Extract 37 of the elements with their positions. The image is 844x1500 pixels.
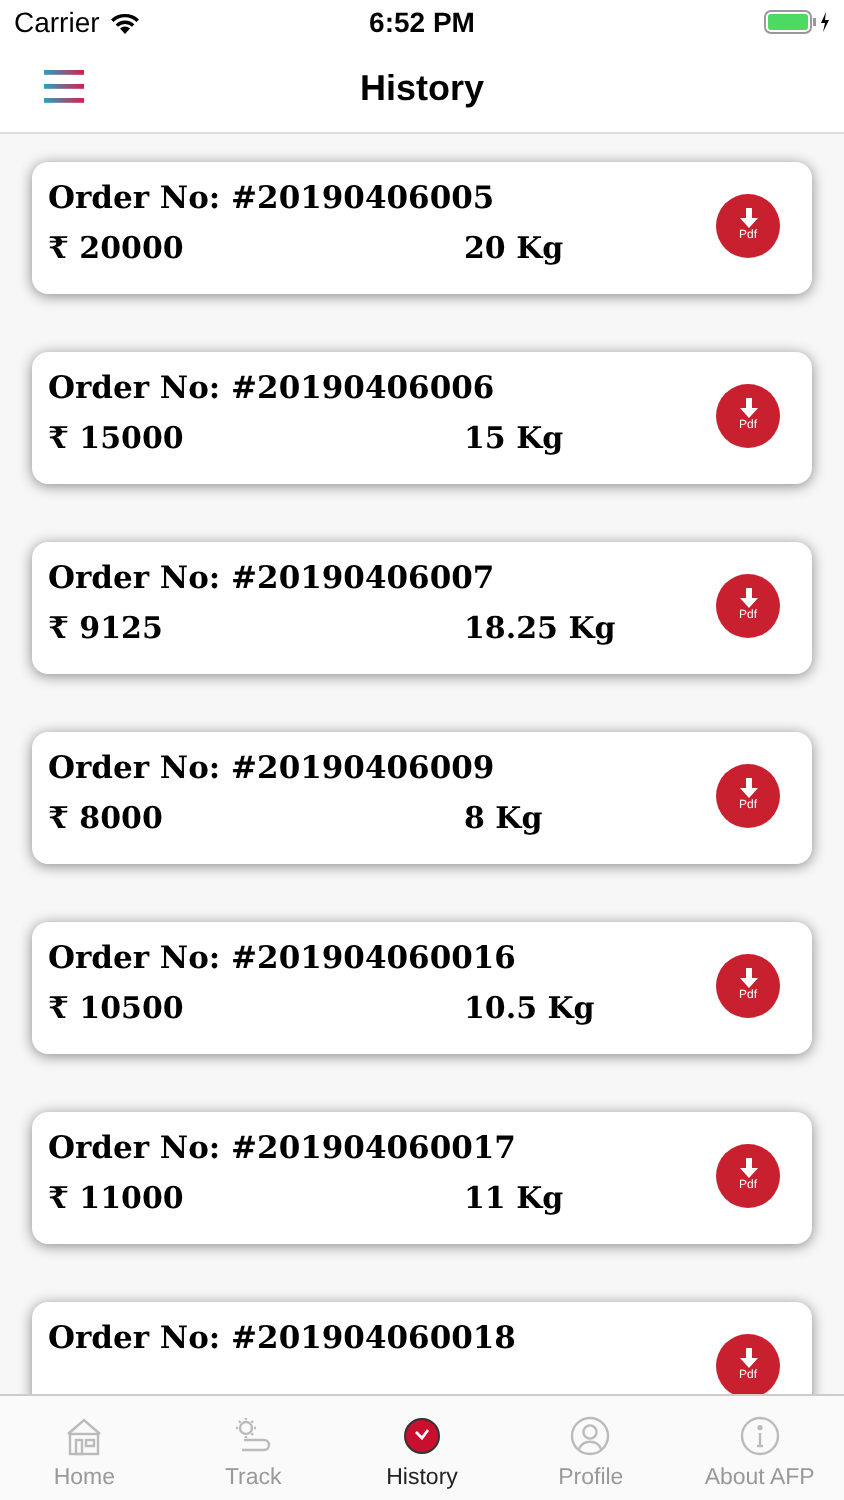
person-circle-icon [570, 1415, 611, 1455]
order-weight: 10.5 Kg [464, 990, 595, 1026]
status-time: 6:52 PM [369, 6, 475, 38]
info-icon [739, 1415, 780, 1455]
order-amount: ₹ 10500 [48, 990, 186, 1026]
download-arrow-icon [739, 778, 757, 798]
order-number: Order No: #201904060018 [48, 1318, 516, 1356]
battery-icon [764, 10, 832, 34]
order-amount: ₹ 9125 [48, 610, 165, 646]
order-number: Order No: #20190406006 [48, 368, 497, 406]
order-number: Order No: #20190406007 [48, 558, 497, 596]
tab-item[interactable]: History [337, 1396, 507, 1500]
order-amount: ₹ 8000 [48, 800, 165, 836]
building-icon [64, 1415, 105, 1455]
carrier-name: Carrier [14, 6, 100, 38]
page-title: History [359, 67, 484, 109]
order-number: Order No: #201904060017 [48, 1128, 518, 1166]
download-arrow-icon [739, 398, 757, 418]
order-amount: ₹ 11000 [48, 1180, 186, 1216]
download-arrow-icon [739, 208, 757, 228]
download-arrow-icon [739, 1158, 757, 1178]
order-weight: 20 Kg [464, 230, 564, 266]
order-weight: 18.25 Kg [464, 610, 616, 646]
gear-road-icon [231, 1415, 276, 1455]
order-number: Order No: #20190406005 [48, 178, 497, 216]
order-number: Order No: #201904060016 [48, 938, 518, 976]
order-weight: 15 Kg [464, 420, 564, 456]
download-arrow-icon [739, 588, 757, 608]
download-arrow-icon [739, 968, 757, 988]
download-arrow-icon [739, 1348, 757, 1368]
order-amount: ₹ 15000 [48, 420, 186, 456]
menu-icon[interactable] [44, 68, 84, 104]
wifi-icon [109, 11, 140, 33]
order-weight: 11 Kg [464, 1180, 564, 1216]
order-number: Order No: #20190406009 [48, 748, 497, 786]
order-weight: 8 Kg [464, 800, 543, 836]
order-amount: ₹ 20000 [48, 230, 186, 266]
